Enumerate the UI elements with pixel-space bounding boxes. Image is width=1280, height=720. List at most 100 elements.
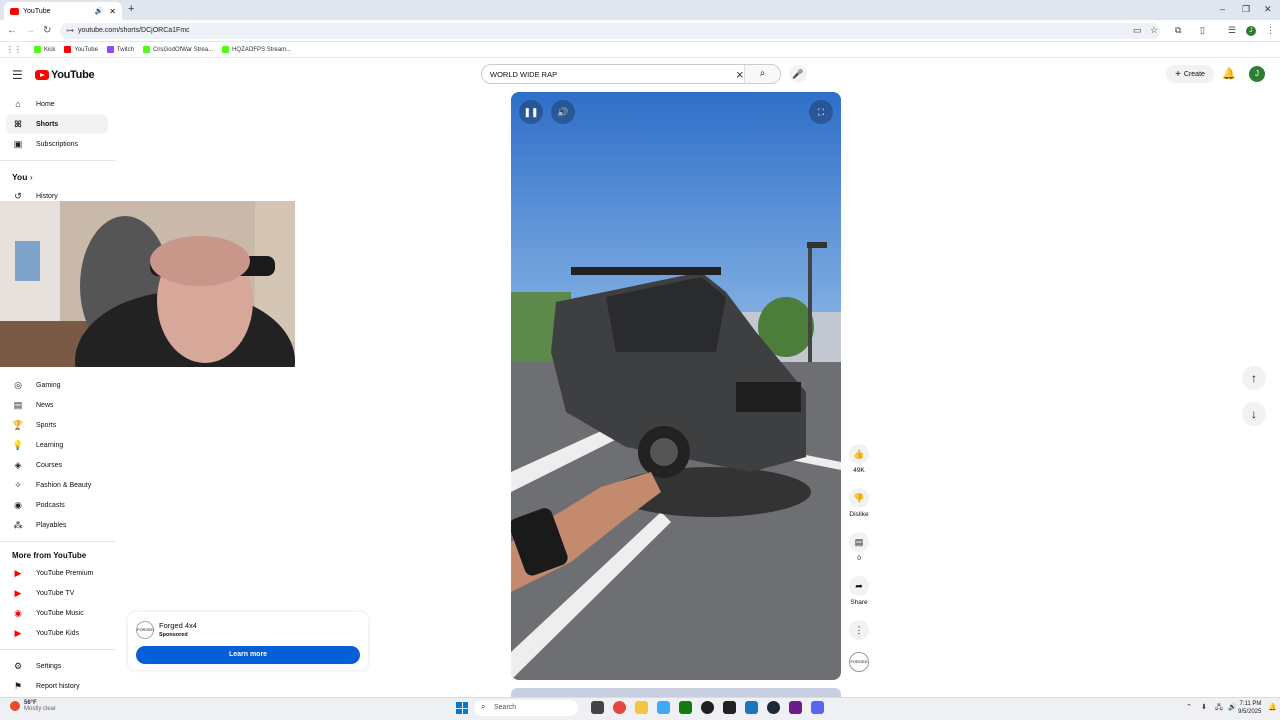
copilot-icon[interactable] <box>657 701 670 714</box>
twitch-icon <box>106 46 114 53</box>
reload-icon[interactable]: ↻ <box>43 25 51 36</box>
volume-tray-icon[interactable]: 🔊 <box>1228 703 1237 711</box>
sidebar-item-premium[interactable]: ▶ YouTube Premium <box>6 563 108 583</box>
back-icon[interactable]: ← <box>7 25 17 36</box>
history-icon: ↺ <box>14 190 22 201</box>
like-count: 49K <box>853 467 865 474</box>
clear-search-icon[interactable]: × <box>736 67 744 82</box>
close-window-icon[interactable]: ✕ <box>1264 4 1272 15</box>
short-video-player[interactable] <box>511 92 841 680</box>
kick-icon <box>34 46 41 53</box>
forward-icon[interactable]: → <box>25 25 35 36</box>
tray-chevron-icon[interactable]: ⌃ <box>1186 703 1192 711</box>
create-button[interactable]: + Create <box>1166 65 1214 83</box>
fullscreen-icon[interactable]: ⛶ <box>809 100 833 124</box>
youtube-favicon-icon <box>10 7 19 15</box>
sidebar-item-tv[interactable]: ▶ YouTube TV <box>6 583 108 603</box>
browser-tab-strip <box>0 0 1280 20</box>
chrome-icon[interactable] <box>613 701 626 714</box>
webcam-image <box>0 201 295 367</box>
youtube-logo[interactable]: YouTube <box>35 69 95 81</box>
more-options-button[interactable]: ⋮ <box>849 620 869 640</box>
video-frame <box>511 92 841 680</box>
cast-icon[interactable]: ▭ <box>1133 25 1142 36</box>
notifications-icon[interactable]: 🔔 <box>1222 67 1236 80</box>
sidebar-item-home[interactable]: ⌂ Home <box>6 94 108 114</box>
thumbs-up-icon: 👍 <box>849 444 869 464</box>
sponsored-ad-card[interactable]: FORGED Forged 4x4 Sponsored Learn more <box>128 612 368 670</box>
gaming-icon: ◎ <box>14 379 22 390</box>
file-explorer-icon[interactable] <box>635 701 648 714</box>
browser-tab[interactable]: YouTube 🔊 ✕ <box>4 2 122 20</box>
share-button[interactable]: ➦ Share <box>849 576 869 606</box>
bookmark-crisgodofwar[interactable]: CrisGodOfWar Strea... <box>142 46 213 53</box>
learn-more-button[interactable]: Learn more <box>136 646 360 664</box>
guide-menu-icon[interactable]: ☰ <box>12 68 23 82</box>
pause-icon[interactable]: ❚❚ <box>519 100 543 124</box>
like-button[interactable]: 👍 49K <box>849 444 869 474</box>
sidebar-item-gaming[interactable]: ◎ Gaming <box>6 375 108 395</box>
bookmark-youtube[interactable]: YouTube <box>64 46 98 53</box>
minimize-icon[interactable]: – <box>1220 4 1225 14</box>
system-clock[interactable]: 7:11 PM 9/5/2025 <box>1238 700 1261 716</box>
obs-icon[interactable] <box>701 701 714 714</box>
apps-icon[interactable]: ⋮⋮ <box>6 45 22 54</box>
taskbar-search[interactable]: Search <box>474 700 578 716</box>
comments-button[interactable]: ▤ 0 <box>849 532 869 562</box>
task-view-icon[interactable] <box>591 701 604 714</box>
bookmark-kick[interactable]: Kick <box>34 46 55 53</box>
extensions-icon[interactable]: ⧉ <box>1175 25 1181 36</box>
sidebar-divider <box>0 160 116 161</box>
xbox-icon[interactable] <box>679 701 692 714</box>
epic-games-icon[interactable] <box>723 701 736 714</box>
voice-search-icon[interactable]: 🎤 <box>789 65 807 83</box>
sidebar-item-fashion[interactable]: ✧ Fashion & Beauty <box>6 475 108 495</box>
start-icon[interactable] <box>456 702 468 714</box>
sidebar-item-learning[interactable]: 💡 Learning <box>6 435 108 455</box>
sidebar-item-shorts[interactable]: ꕤ Shorts <box>6 114 108 134</box>
steam-icon[interactable] <box>767 701 780 714</box>
sidebar-you-heading[interactable]: You › <box>12 172 33 182</box>
notification-center-icon[interactable]: 🔔 <box>1268 703 1277 711</box>
sidebar-item-playables[interactable]: ⁂ Playables <box>6 515 108 535</box>
sidebar-item-report-history[interactable]: ⚑ Report history <box>6 676 108 696</box>
discord-icon[interactable] <box>811 701 824 714</box>
sidebar-item-courses[interactable]: ◈ Courses <box>6 455 108 475</box>
bookmark-twitch[interactable]: Twitch <box>106 46 134 53</box>
url-input[interactable]: youtube.com/shorts/DCjORCa1Fmc <box>60 23 1160 39</box>
sidebar-item-music[interactable]: ◉ YouTube Music <box>6 603 108 623</box>
account-avatar[interactable]: J <box>1249 66 1265 82</box>
network-icon[interactable]: 🖧 <box>1215 703 1223 714</box>
search-input[interactable]: WORLD WIDE RAP × ⌕ <box>481 64 781 84</box>
volume-icon[interactable]: 🔊 <box>551 100 575 124</box>
browser-profile-avatar[interactable]: J <box>1246 26 1256 36</box>
speaker-icon[interactable]: 🔊 <box>95 7 104 15</box>
app-icon[interactable] <box>745 701 758 714</box>
tray-app-icon[interactable]: ⬇ <box>1201 703 1207 711</box>
close-tab-icon[interactable]: ✕ <box>109 7 116 16</box>
new-tab-icon[interactable]: + <box>128 3 134 15</box>
channel-avatar[interactable]: FORGED <box>849 652 869 672</box>
bookmark-star-icon[interactable]: ☆ <box>1150 25 1158 36</box>
media-icon[interactable]: ☰ <box>1228 25 1236 36</box>
app-icon[interactable] <box>789 701 802 714</box>
share-icon: ➦ <box>849 576 869 596</box>
sidebar-item-podcasts[interactable]: ◉ Podcasts <box>6 495 108 515</box>
sidebar-item-sports[interactable]: 🏆 Sports <box>6 415 108 435</box>
next-short-icon[interactable]: ↓ <box>1242 402 1266 426</box>
browser-menu-icon[interactable]: ⋮ <box>1266 25 1275 36</box>
sidepanel-icon[interactable]: ▯ <box>1200 25 1205 36</box>
weather-alert-icon <box>10 701 20 711</box>
dislike-button[interactable]: 👎 Dislike <box>849 488 869 518</box>
shorts-icon: ꕤ <box>14 118 22 129</box>
sidebar-item-kids[interactable]: ▶ YouTube Kids <box>6 623 108 643</box>
sidebar-item-settings[interactable]: ⚙ Settings <box>6 656 108 676</box>
sidebar-item-news[interactable]: ▤ News <box>6 395 108 415</box>
sidebar-item-subscriptions[interactable]: ▣ Subscriptions <box>6 134 108 154</box>
site-info-icon[interactable]: ⊶ <box>66 26 74 35</box>
bookmark-hqzaofps[interactable]: HQZAOFPS Stream... <box>222 46 291 53</box>
restore-icon[interactable]: ❐ <box>1242 4 1250 15</box>
youtube-icon <box>64 46 72 53</box>
search-icon[interactable]: ⌕ <box>744 65 780 83</box>
previous-short-icon[interactable]: ↑ <box>1242 366 1266 390</box>
